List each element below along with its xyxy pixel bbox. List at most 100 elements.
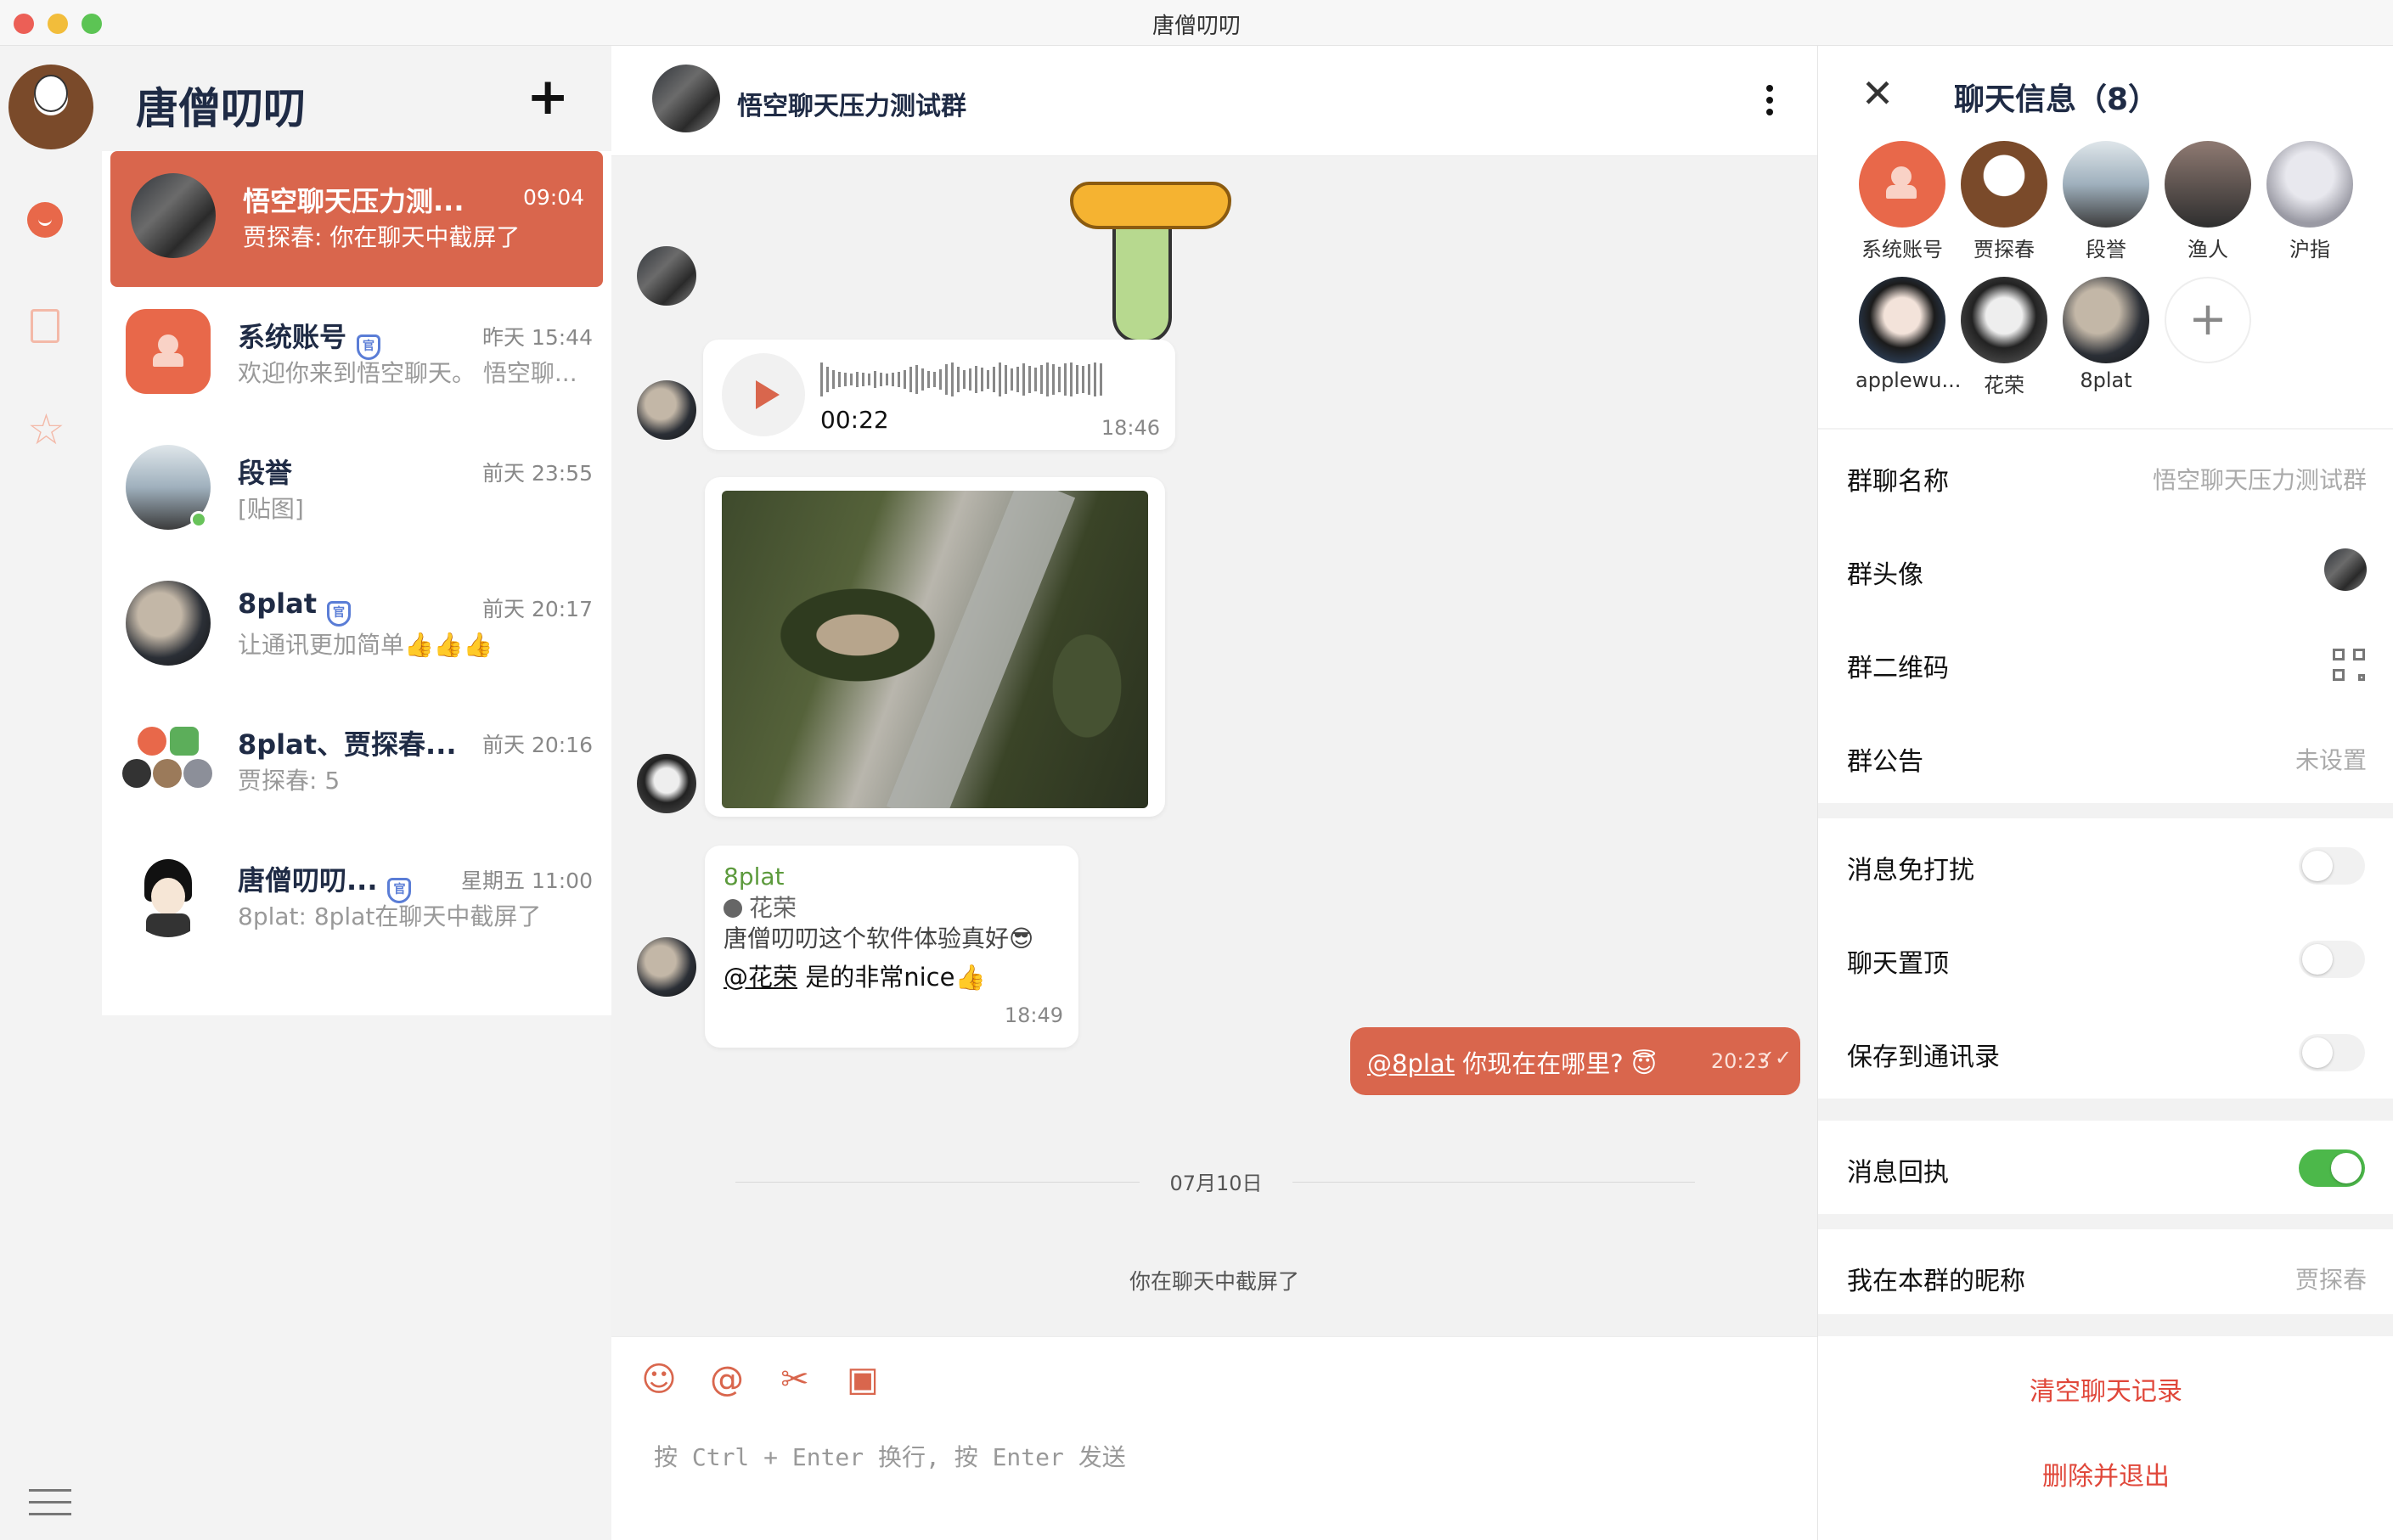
waveform-bar <box>904 370 906 389</box>
save-contacts-toggle[interactable] <box>2299 1034 2365 1071</box>
mute-toggle[interactable] <box>2299 847 2365 885</box>
waveform-bar <box>951 363 954 396</box>
row-label: 聊天置顶 <box>1847 949 1949 979</box>
message-input[interactable]: 按 Ctrl + Enter 换行, 按 Enter 发送 <box>654 1439 1126 1473</box>
sender-avatar[interactable] <box>637 246 696 306</box>
photo-image[interactable] <box>722 491 1148 808</box>
group-avatar-thumb <box>2324 548 2367 591</box>
voice-message[interactable]: 00:22 18:46 <box>703 340 1175 450</box>
sender-avatar[interactable] <box>637 937 696 997</box>
pin-toggle[interactable] <box>2299 941 2365 978</box>
waveform-bar <box>1082 366 1084 393</box>
add-member-button[interactable]: + <box>2161 277 2255 363</box>
conversation-item[interactable]: 唐僧叨叨... 官 星期五 11:00 8plat: 8plat在聊天中截屏了 <box>102 830 611 966</box>
group-avatar-row[interactable]: 群头像 <box>1818 523 2393 616</box>
waveform-bar <box>1016 367 1019 392</box>
waveform-bar <box>969 368 971 391</box>
favorites-star-icon[interactable]: ☆ <box>27 408 65 451</box>
member-item[interactable]: 段誉 <box>2059 141 2153 262</box>
image-message[interactable] <box>705 477 1165 817</box>
clear-history-button[interactable]: 清空聊天记录 <box>1818 1370 2393 1408</box>
waveform-bar <box>1076 365 1078 394</box>
member-item[interactable]: 花荣 <box>1957 277 2051 398</box>
more-options-icon[interactable] <box>1766 85 1778 119</box>
conversation-item[interactable]: 段誉 前天 23:55 [贴图] <box>102 423 611 559</box>
waveform-bar <box>898 372 900 387</box>
image-icon[interactable]: ▣ <box>844 1361 881 1398</box>
conversation-time: 前天 20:17 <box>482 597 593 621</box>
my-avatar[interactable] <box>8 65 93 149</box>
member-item[interactable]: 贾探春 <box>1957 141 2051 262</box>
delete-and-exit-button[interactable]: 删除并退出 <box>1818 1455 2393 1492</box>
my-message[interactable]: @8plat 你现在在哪里? 😇 20:23 ✓✓ <box>1350 1027 1800 1095</box>
nickname-row[interactable]: 我在本群的昵称 贾探春 <box>1818 1229 2393 1314</box>
verified-badge-icon: 官 <box>327 601 352 627</box>
sticker-image[interactable] <box>1053 156 1231 351</box>
member-name: 沪指 <box>2289 238 2330 261</box>
waveform-bar <box>1070 363 1073 396</box>
waveform-bar <box>981 368 983 391</box>
member-item[interactable]: 沪指 <box>2263 141 2356 262</box>
waveform-bar <box>933 372 936 387</box>
group-avatar[interactable] <box>652 65 720 132</box>
member-item[interactable]: applewu... <box>1855 277 1961 392</box>
read-receipt-icon: ✓✓ <box>1757 1046 1792 1070</box>
row-value: 悟空聊天压力测试群 <box>2152 466 2367 494</box>
conversation-preview: 让通讯更加简单👍👍👍 <box>238 631 493 659</box>
member-item[interactable]: 8plat <box>2059 277 2153 392</box>
member-name: 花荣 <box>1984 374 2024 397</box>
conversation-item[interactable]: 8plat 官 前天 20:17 让通讯更加简单👍👍👍 <box>102 559 611 694</box>
conversation-name: 系统账号官 <box>238 316 381 360</box>
waveform-bar <box>921 368 924 391</box>
member-item[interactable]: 渔人 <box>2161 141 2255 262</box>
member-name: 段誉 <box>2086 238 2126 261</box>
waveform-bar <box>987 370 989 389</box>
conversation-item[interactable]: 悟空聊天压力测... 09:04 贾探春: 你在聊天中截屏了 <box>110 151 603 287</box>
conversation-avatar <box>126 581 211 666</box>
member-avatar <box>2063 141 2149 228</box>
conversation-name: 8plat 官 <box>238 587 352 627</box>
new-chat-button[interactable]: + <box>526 71 569 122</box>
text-message[interactable]: 8plat 花荣 唐僧叨叨这个软件体验真好😎 @花荣 是的非常nice👍 18:… <box>705 846 1078 1048</box>
member-item[interactable]: 系统账号 <box>1855 141 1949 262</box>
mention-link[interactable]: @8plat <box>1367 1049 1455 1078</box>
conversation-item[interactable]: 系统账号官 昨天 15:44 欢迎你来到悟空聊天。 悟空聊... <box>102 287 611 423</box>
close-icon[interactable]: ✕ <box>1861 74 1895 113</box>
conversation-item[interactable]: 8plat、贾探春... 前天 20:16 贾探春: 5 <box>102 694 611 830</box>
mention-icon[interactable]: @ <box>708 1361 746 1398</box>
announcement-row[interactable]: 群公告 未设置 <box>1818 710 2393 803</box>
member-avatar <box>1961 141 2047 228</box>
waveform-bar <box>838 372 841 387</box>
waveform-bar <box>1100 363 1102 396</box>
member-name: 渔人 <box>2187 238 2228 261</box>
play-icon[interactable] <box>722 353 805 436</box>
conversation-preview: 8plat: 8plat在聊天中截屏了 <box>238 902 542 930</box>
chat-title: 悟空聊天压力测试群 <box>737 92 966 121</box>
waveform-bar <box>874 371 876 388</box>
sender-avatar[interactable] <box>637 380 696 440</box>
conversation-name: 段誉 <box>238 457 293 489</box>
hamburger-icon[interactable] <box>29 1489 71 1520</box>
member-name: 8plat <box>2080 368 2132 392</box>
read-receipt-toggle[interactable] <box>2299 1149 2365 1187</box>
waveform-bar <box>1064 363 1067 396</box>
group-name-row[interactable]: 群聊名称 悟空聊天压力测试群 <box>1818 430 2393 523</box>
group-qr-row[interactable]: 群二维码 <box>1818 616 2393 710</box>
sender-name: 8plat <box>724 863 785 891</box>
waveform-bar <box>999 363 1001 396</box>
quoted-reply[interactable]: 花荣 <box>724 890 797 924</box>
waveform-bar <box>862 373 864 386</box>
contacts-nav-icon[interactable] <box>27 309 65 346</box>
row-label: 消息回执 <box>1847 1158 1949 1188</box>
mention-link[interactable]: @花荣 <box>724 963 797 992</box>
waveform-bar <box>820 363 823 396</box>
conversation-avatar <box>131 173 216 258</box>
waveform-bar <box>1011 368 1013 391</box>
waveform-bar <box>844 373 847 386</box>
scissors-icon[interactable]: ✂ <box>776 1361 814 1398</box>
sender-avatar[interactable] <box>637 754 696 813</box>
nav-rail: ☆ <box>0 46 100 1540</box>
chat-nav-icon[interactable] <box>27 202 65 239</box>
waveform-bar <box>1005 365 1007 394</box>
emoji-icon[interactable]: ☺ <box>640 1361 678 1398</box>
